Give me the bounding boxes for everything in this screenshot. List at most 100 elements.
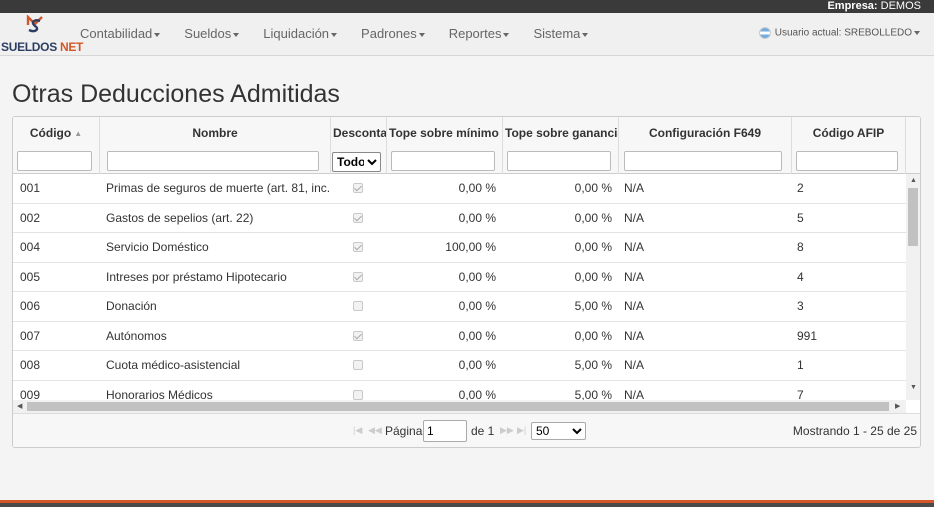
footer-bar [0, 500, 934, 507]
table-row[interactable]: 001 Primas de seguros de muerte (art. 81… [13, 174, 906, 204]
col-codigo[interactable]: Código ▲ [13, 117, 100, 174]
cell-codigo: 004 [20, 240, 41, 254]
top-bar: Empresa: DEMOS [0, 0, 934, 13]
cell-afip: 4 [797, 269, 804, 284]
col-descontar[interactable]: Descontar g Todo [331, 117, 387, 174]
company-label: Empresa: [827, 0, 878, 12]
filter-tope-minimo-input[interactable] [391, 151, 495, 171]
menu-label: Sistema [533, 26, 581, 41]
col-header-f649: Configuración F649 [648, 126, 761, 140]
last-page-icon[interactable]: ▶| [517, 425, 526, 436]
menu-label: Contabilidad [80, 26, 153, 41]
cell-tope-minimo: 0,00 % [458, 358, 496, 372]
filter-codigo-input[interactable] [17, 151, 92, 171]
col-afip[interactable]: Código AFIP [792, 117, 906, 174]
col-tope-ganancia[interactable]: Tope sobre ganancia ne [503, 117, 619, 174]
logo-text-sueldos: SUELDOS [1, 40, 57, 54]
cell-nombre: Servicio Doméstico [106, 240, 209, 254]
table-row[interactable]: 004 Servicio Doméstico 100,00 % 0,00 % N… [13, 233, 906, 263]
table-row[interactable]: 005 Intreses por préstamo Hipotecario 0,… [13, 263, 906, 292]
navbar: SUELDOS NET Contabilidad Sueldos Liquida… [0, 13, 934, 56]
col-header-tope-ganancia: Tope sobre ganancia ne [505, 126, 618, 140]
horizontal-scroll-thumb[interactable] [27, 402, 889, 411]
cell-nombre: Autónomos [106, 328, 167, 343]
cell-tope-ganancia: 5,00 % [574, 387, 612, 401]
caret-down-icon [914, 31, 920, 35]
menu-padrones[interactable]: Padrones [361, 13, 425, 56]
horizontal-scrollbar[interactable]: ◀ ▶ [13, 400, 906, 413]
scroll-up-arrow-icon[interactable]: ▲ [910, 177, 917, 185]
cell-tope-minimo: 0,00 % [458, 210, 496, 225]
main-menu: Contabilidad Sueldos Liquidación Padrone… [80, 13, 612, 56]
cell-tope-ganancia: 0,00 % [574, 181, 612, 195]
table-row[interactable]: 009 Honorarios Médicos 0,00 % 5,00 % N/A… [13, 381, 906, 401]
records-count: Mostrando 1 - 25 de 25 [792, 424, 917, 438]
cell-nombre: Primas de seguros de muerte (art. 81, in… [106, 181, 330, 195]
descontar-checkbox[interactable] [353, 389, 363, 400]
cell-tope-ganancia: 0,00 % [574, 210, 612, 225]
menu-contabilidad[interactable]: Contabilidad [80, 13, 161, 56]
next-page-icon[interactable]: ▶▶ [500, 425, 514, 436]
app-logo[interactable]: SUELDOS NET [1, 15, 83, 55]
menu-reportes[interactable]: Reportes [449, 13, 510, 56]
table-row[interactable]: 002 Gastos de sepelios (art. 22) 0,00 % … [13, 204, 906, 233]
menu-liquidacion[interactable]: Liquidación [263, 13, 338, 56]
cell-afip: 5 [797, 210, 804, 225]
first-page-icon[interactable]: |◀ [353, 425, 362, 436]
cell-f649: N/A [624, 358, 645, 372]
filter-tope-ganancia-input[interactable] [507, 151, 611, 171]
cell-codigo: 006 [20, 299, 41, 313]
descontar-checkbox[interactable] [353, 242, 363, 252]
company-indicator: Empresa: DEMOS [827, 0, 921, 13]
cell-f649: N/A [624, 299, 645, 313]
cell-afip: 8 [797, 240, 804, 254]
descontar-checkbox[interactable] [353, 271, 363, 282]
table-row[interactable]: 006 Donación 0,00 % 5,00 % N/A 3 [13, 292, 906, 322]
filter-nombre-input[interactable] [107, 151, 319, 171]
scroll-left-arrow-icon[interactable]: ◀ [17, 403, 22, 411]
scroll-down-arrow-icon[interactable]: ▼ [910, 384, 917, 392]
menu-sueldos[interactable]: Sueldos [184, 13, 240, 56]
caret-down-icon [154, 32, 161, 37]
filter-descontar-select[interactable]: Todo [332, 152, 381, 172]
cell-f649: N/A [624, 210, 645, 225]
filter-afip-input[interactable] [796, 151, 898, 171]
col-nombre[interactable]: Nombre [100, 117, 331, 174]
menu-label: Liquidación [263, 26, 330, 41]
cell-nombre: Gastos de sepelios (art. 22) [106, 210, 254, 225]
col-tope-minimo[interactable]: Tope sobre mínimo no [387, 117, 503, 174]
descontar-checkbox[interactable] [353, 360, 363, 370]
cell-codigo: 008 [20, 358, 41, 372]
cell-codigo: 002 [20, 210, 41, 225]
col-header-tope-minimo: Tope sobre mínimo no [389, 126, 502, 140]
scroll-right-arrow-icon[interactable]: ▶ [895, 403, 900, 411]
page-number-input[interactable] [423, 420, 467, 442]
caret-down-icon [503, 32, 510, 37]
user-menu[interactable]: Usuario actual: SREBOLLEDO [758, 27, 920, 39]
menu-sistema[interactable]: Sistema [533, 13, 589, 56]
user-label: Usuario actual: SREBOLLEDO [774, 27, 912, 39]
filter-f649-input[interactable] [624, 151, 782, 171]
menu-label: Reportes [448, 26, 502, 41]
argentina-flag-icon [758, 27, 771, 39]
cell-tope-ganancia: 5,00 % [574, 358, 612, 372]
page-total: de 1 [471, 424, 495, 438]
page-size-select[interactable]: 50 [531, 422, 586, 440]
descontar-checkbox[interactable] [353, 212, 363, 223]
grid-header: Código▲ Nombre Descontar g Todo Tope sob… [13, 117, 920, 174]
cell-tope-minimo: 0,00 % [458, 269, 496, 284]
descontar-checkbox[interactable] [353, 330, 363, 341]
vertical-scroll-thumb[interactable] [908, 188, 918, 246]
descontar-checkbox[interactable] [353, 183, 363, 193]
table-row[interactable]: 007 Autónomos 0,00 % 0,00 % N/A 991 [13, 322, 906, 351]
menu-label: Padrones [361, 26, 417, 41]
descontar-checkbox[interactable] [353, 301, 363, 311]
prev-page-icon[interactable]: ◀◀ [368, 425, 382, 436]
grid-body: 001 Primas de seguros de muerte (art. 81… [13, 174, 906, 400]
cell-tope-ganancia: 0,00 % [574, 328, 612, 343]
col-f649[interactable]: Configuración F649 [619, 117, 792, 174]
cell-afip: 1 [797, 358, 804, 372]
vertical-scrollbar[interactable]: ▲ ▼ [906, 174, 920, 400]
table-row[interactable]: 008 Cuota médico-asistencial 0,00 % 5,00… [13, 351, 906, 381]
cell-f649: N/A [624, 269, 645, 284]
